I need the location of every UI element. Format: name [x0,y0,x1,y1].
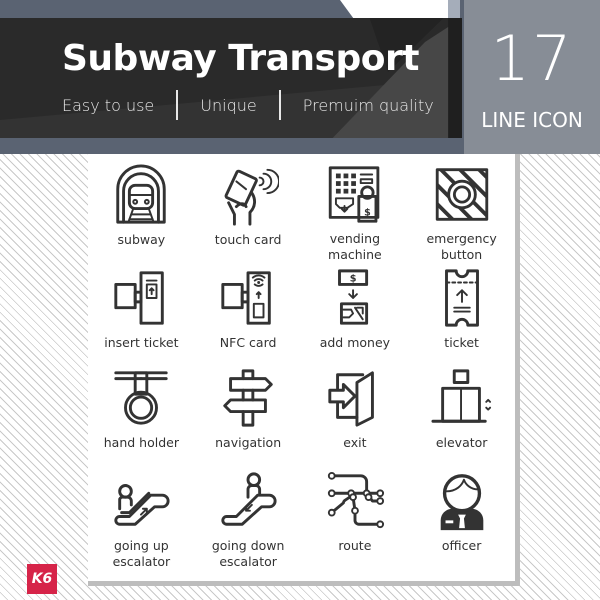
icon-tile-route[interactable]: route [302,466,409,576]
header-decoration [340,0,450,18]
hand-holder-icon [114,371,169,425]
icon-label: route [338,538,372,553]
icon-tile-going-down-escalator[interactable]: going down escalator [195,466,302,576]
icon-label: going down escalator [211,538,285,569]
page-title: Subway Transport [62,38,419,79]
icon-label: subway [117,232,166,247]
exit-door-icon [328,371,374,427]
elevator-icon [431,369,491,423]
icon-tile-add-money[interactable]: $ add money [302,263,409,363]
tagline-item: Premuim quality [302,95,434,115]
title-panel: Subway Transport Easy to use Unique Prem… [0,18,462,138]
icon-tile-hand-holder[interactable]: hand holder [88,363,195,466]
brand-logo: K6 [27,564,57,594]
icon-label: emergency button [426,231,497,262]
icon-label: navigation [215,435,282,450]
svg-text:$: $ [350,274,357,285]
tagline-item: Unique [200,95,257,115]
tagline-item: Easy to use [62,95,155,115]
icon-grid: subway touch card $ vending machine emer… [88,160,515,576]
header-decoration [448,0,460,18]
icon-tile-touch-card[interactable]: touch card [195,160,302,263]
icon-label: ticket [444,335,479,350]
icon-tile-ticket[interactable]: ticket [408,263,515,363]
escalator-down-icon [221,472,277,526]
icon-label: hand holder [103,435,179,450]
icon-tile-emergency-button[interactable]: emergency button [408,160,515,263]
icon-style-label: LINE ICON [481,108,583,132]
icon-tile-nfc-card[interactable]: NFC card [195,263,302,363]
ticket-icon [444,269,479,327]
icon-label: going up escalator [112,538,171,569]
icon-label: exit [343,435,367,450]
icon-tile-elevator[interactable]: elevator [408,363,515,466]
icon-label: insert ticket [104,335,179,350]
emergency-button-icon [435,168,488,221]
icon-label: NFC card [219,335,277,350]
vending-machine-icon: $ [328,166,380,223]
tagline: Easy to use Unique Premuim quality [62,90,434,120]
icon-tile-navigation[interactable]: navigation [195,363,302,466]
insert-ticket-icon [114,271,165,325]
icon-tile-exit[interactable]: exit [302,363,409,466]
icon-sheet: subway touch card $ vending machine emer… [88,154,520,586]
icon-tile-insert-ticket[interactable]: insert ticket [88,263,195,363]
icon-tile-officer[interactable]: officer [408,466,515,576]
add-money-icon: $ [337,269,368,325]
subway-tunnel-icon [116,164,167,224]
escalator-up-icon [114,484,170,526]
divider [176,90,179,120]
icon-tile-vending-machine[interactable]: $ vending machine [302,160,409,263]
divider [278,90,281,120]
signpost-icon [223,369,273,427]
nfc-card-icon [221,271,271,325]
icon-label: elevator [435,435,488,450]
officer-icon [440,474,483,531]
svg-text:$: $ [364,207,371,218]
icon-label: add money [319,335,391,350]
route-map-icon [327,471,384,529]
icon-count: 17 [490,22,574,95]
icon-tile-going-up-escalator[interactable]: going up escalator [88,466,195,576]
icon-label: touch card [214,232,282,247]
touch-card-icon [224,168,280,226]
icon-label: vending machine [328,231,382,262]
icon-tile-subway[interactable]: subway [88,160,195,263]
icon-count-badge: 17 LINE ICON [464,0,600,154]
icon-label: officer [441,538,482,553]
